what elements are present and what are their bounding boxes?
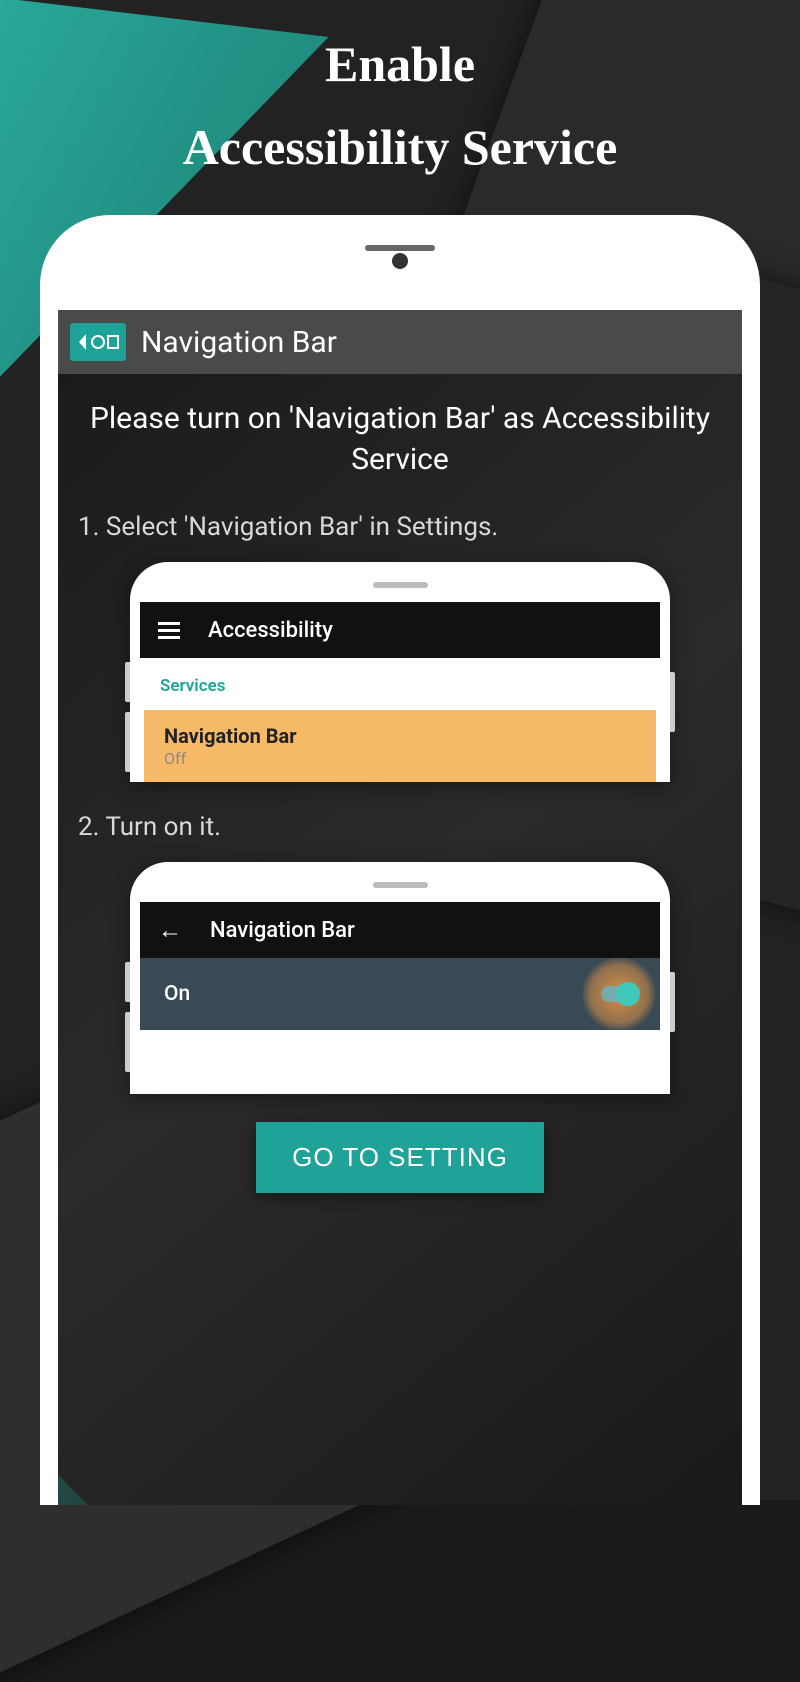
app-title: Navigation Bar xyxy=(141,325,337,360)
camera-icon xyxy=(392,253,408,269)
navbar-title: Navigation Bar xyxy=(210,918,355,943)
header-line1: Enable xyxy=(0,35,800,93)
phone-screen: Navigation Bar Please turn on 'Navigatio… xyxy=(58,310,742,1505)
services-section-label: Services xyxy=(140,658,660,710)
toggle-status-label: On xyxy=(164,982,190,1006)
accessibility-title: Accessibility xyxy=(208,618,333,643)
instruction-text: Please turn on 'Navigation Bar' as Acces… xyxy=(58,374,742,500)
header-line2: Accessibility Service xyxy=(0,118,800,176)
step1-preview: Accessibility Services Navigation Bar Of… xyxy=(130,562,670,782)
menu-icon[interactable] xyxy=(158,622,180,639)
back-icon[interactable]: ← xyxy=(158,916,182,945)
app-topbar: Navigation Bar xyxy=(58,310,742,374)
step-1-label: 1. Select 'Navigation Bar' in Settings. xyxy=(58,500,742,562)
go-to-setting-button[interactable]: GO TO SETTING xyxy=(256,1122,544,1193)
toggle-row[interactable]: On xyxy=(140,958,660,1030)
toggle-switch[interactable] xyxy=(601,986,637,1002)
item-status: Off xyxy=(164,749,636,768)
navigation-bar-item[interactable]: Navigation Bar Off xyxy=(144,710,656,782)
accessibility-header: Accessibility xyxy=(140,602,660,658)
app-icon xyxy=(70,323,126,361)
step-2-label: 2. Turn on it. xyxy=(58,800,742,862)
item-name: Navigation Bar xyxy=(164,724,636,748)
promo-header: Enable Accessibility Service xyxy=(0,0,800,176)
speaker-icon xyxy=(365,245,435,251)
step2-preview: ← Navigation Bar On xyxy=(130,862,670,1094)
toggle-highlight-icon xyxy=(582,957,656,1031)
navbar-settings-header: ← Navigation Bar xyxy=(140,902,660,958)
phone-mockup: Navigation Bar Please turn on 'Navigatio… xyxy=(40,215,760,1505)
